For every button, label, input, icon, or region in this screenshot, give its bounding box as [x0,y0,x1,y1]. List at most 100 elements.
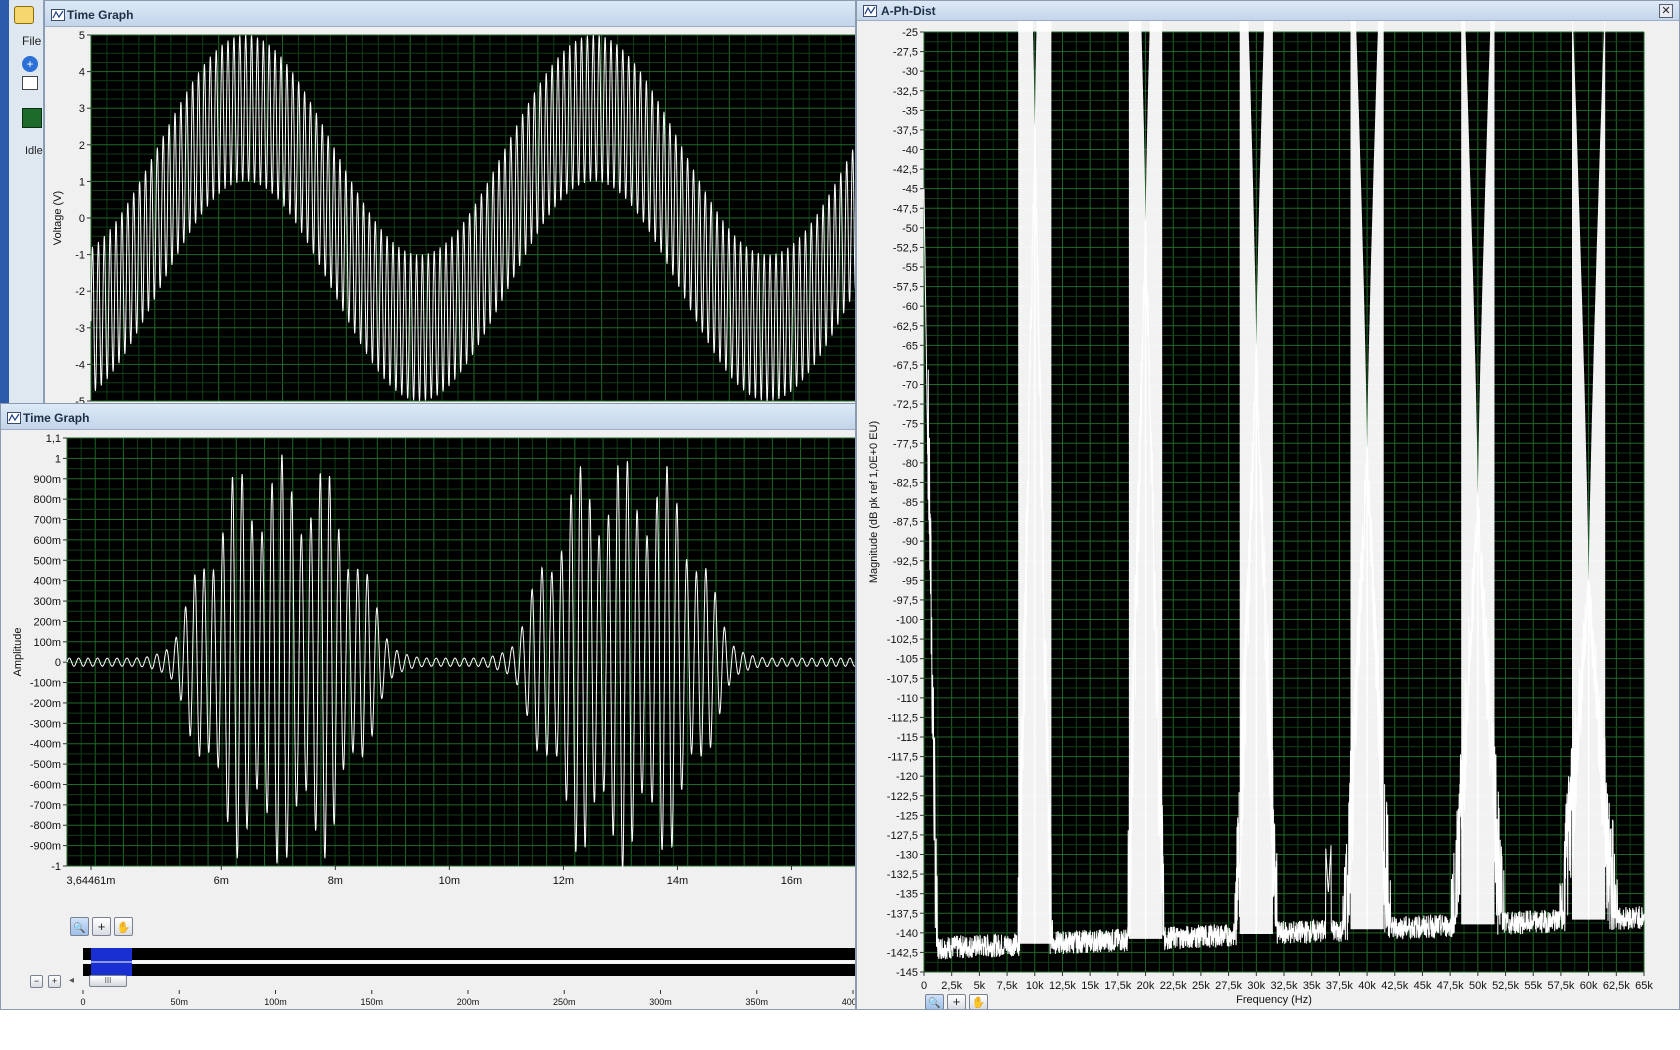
x-tick-label: 6m [214,875,229,887]
x-tick-label: 65k [1635,980,1653,992]
y-tick-label: -27,5 [893,47,918,59]
overview-tick-label: 50m [170,997,188,1007]
y-tick-label: -140 [896,928,918,940]
graph-icon [863,5,877,17]
y-tick-label: -900m [30,841,61,853]
y-tick-label: 4 [79,67,85,79]
x-axis-label: Frequency (Hz) [1236,994,1312,1006]
overview-tick-label: 200m [457,997,480,1007]
overview-track-2 [83,964,855,976]
spectrum-window: A-Ph-Dist ✕ -25 -27,5 -30 -32,5 -35 -37,5 -40-… [856,0,1680,1010]
zoom-icon: 🔍 [928,998,941,1009]
y-tick-label: -102,5 [887,634,918,646]
x-tick-label: 8m [328,875,343,887]
y-tick-label: 2 [79,140,85,152]
y-tick-label: -92,5 [893,556,918,568]
y-tick-label: -60 [902,301,918,313]
x-tick-label: 22,5k [1160,980,1187,992]
x-tick-label: 12m [553,875,574,887]
voltage-graph[interactable]: 543210-1-2-3-4-5Voltage (V) [45,27,856,404]
y-tick-label: -107,5 [887,673,918,685]
time-graph-window-1: Time Graph 5 4 3 2 1 0 -1 -2 -3 -4 -5 Voltage (V) [44,0,856,404]
y-tick-label: -87,5 [893,517,918,529]
y-tick-label: -70 [902,380,918,392]
overview-track-1 [83,948,855,960]
x-tick-label: 55k [1524,980,1542,992]
y-tick-label: -600m [30,779,61,791]
x-tick-label: 47,5k [1437,980,1464,992]
x-tick-label: 12,5k [1049,980,1076,992]
title-bar[interactable]: Time Graph [1,404,855,430]
x-tick-label: 2,5k [941,980,962,992]
y-tick-label: -85 [902,497,918,509]
vi-icon[interactable] [22,108,42,128]
x-tick-label: 45k [1414,980,1432,992]
x-tick-label: 57,5k [1547,980,1574,992]
y-tick-label: -67,5 [893,360,918,372]
overview-tick-label: 0 [80,997,85,1007]
y-tick-label: 500m [33,555,61,567]
y-tick-label: -30 [902,66,918,78]
zoom-tool-button[interactable]: 🔍 [925,994,944,1009]
y-tick-label: -100 [896,615,918,627]
pan-tool-button[interactable]: ✋ [969,994,988,1009]
y-tick-label: -82,5 [893,477,918,489]
y-tick-label: -45 [902,184,918,196]
add-icon[interactable]: + [22,56,38,72]
y-tick-label: -142,5 [887,947,918,959]
pan-tool-button[interactable]: ✋ [114,917,133,936]
overview-navigator[interactable]: 0 50m 100m 150m 200m 250m 300m 350m 400m [1,944,856,1010]
y-tick-label: -4 [75,359,85,371]
zoom-in-button[interactable]: + [48,975,61,988]
y-tick-label: -117,5 [888,752,918,764]
y-tick-label: 300m [33,596,61,608]
x-tick-label: 10m [439,875,460,887]
scroll-left-arrow[interactable]: ◂ [69,975,74,986]
x-tick-label: 27,5k [1215,980,1242,992]
zoom-out-icon: − [33,976,40,986]
labview-run-icon[interactable] [14,6,34,24]
y-tick-label: 400m [33,576,61,588]
y-tick-label: -42,5 [893,164,918,176]
spectrum-graph[interactable]: -25 -27,5 -30 -32,5 -35 -37,5 -40 -42,5 -45 -47,5… [857,21,1680,1010]
y-tick-label: -35 [902,105,918,117]
y-tick-label: 3 [79,103,85,115]
close-button[interactable]: ✕ [1659,4,1673,18]
title-bar[interactable]: A-Ph-Dist ✕ [857,1,1679,21]
y-tick-label: -77,5 [893,438,918,450]
x-tick-label: 5k [974,980,986,992]
y-tick-label: -122,5 [887,791,918,803]
time-graph-window-2: Time Graph 1,1 1 900m 800m 700m 600m 500m 400m 3… [0,403,856,1010]
background-window: File + Idle [0,0,44,420]
scroll-thumb[interactable]: III [89,975,127,987]
file-menu[interactable]: File [22,34,41,48]
zoom-icon: 🔍 [73,923,86,934]
x-tick-label: 35k [1303,980,1321,992]
tool-palette-icon[interactable] [22,76,38,90]
x-tick-label: 16m [781,875,802,887]
overview-tick-label: 250m [553,997,576,1007]
y-tick-label: 1 [55,453,61,465]
cursor-tool-button[interactable]: + [947,994,966,1009]
x-tick-label: 7,5k [997,980,1018,992]
y-tick-label: 200m [33,616,61,628]
cursor-tool-button[interactable]: + [92,917,111,936]
crosshair-icon: + [952,994,961,1009]
x-tick-label: 3,64461m [67,875,116,887]
y-tick-label: -1 [51,861,61,873]
y-tick-label: -115 [897,732,918,744]
y-tick-label: -700m [30,800,61,812]
y-tick-label: -112,5 [888,712,918,724]
zoom-in-icon: + [51,976,58,986]
title-bar[interactable]: Time Graph [45,1,855,27]
y-tick-label: -500m [30,759,61,771]
x-tick-label: 40k [1358,980,1376,992]
x-tick-label: 30k [1247,980,1265,992]
y-tick-label: -105 [896,654,918,666]
y-tick-label: -90 [902,536,918,548]
x-tick-label: 32,5k [1271,980,1298,992]
amplitude-graph[interactable]: 1,1 1 900m 800m 700m 600m 500m 400m 300m 200m 100m… [1,430,856,935]
zoom-tool-button[interactable]: 🔍 [70,917,89,936]
zoom-out-button[interactable]: − [30,975,43,988]
y-tick-label: 0 [79,213,85,225]
